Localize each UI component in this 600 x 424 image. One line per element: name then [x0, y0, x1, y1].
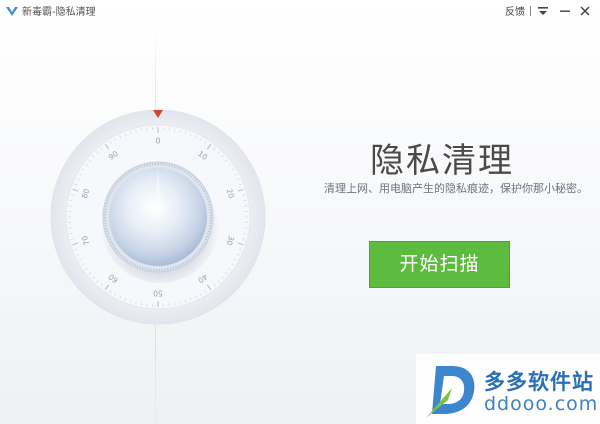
- knob-icon: [102, 161, 214, 273]
- watermark: 多多软件站 ddooo.com: [416, 354, 600, 424]
- close-icon[interactable]: [578, 4, 592, 18]
- feedback-link[interactable]: 反馈: [505, 3, 525, 18]
- minimize-icon[interactable]: [558, 4, 572, 18]
- start-scan-button[interactable]: 开始扫描: [369, 241, 510, 288]
- menu-icon[interactable]: [536, 4, 550, 18]
- page-subtitle: 清理上网、用电脑产生的隐私痕迹，保护你那小秘密。: [324, 182, 588, 195]
- privacy-dial: 0102030405060708090: [50, 109, 266, 325]
- dial-tick-label: 0: [156, 137, 161, 146]
- duba-logo-icon: [6, 7, 18, 16]
- titlebar-separator: [530, 6, 531, 16]
- page-headline: 隐私清理: [370, 141, 514, 181]
- watermark-en-text: ddooo.com: [484, 393, 599, 415]
- watermark-logo-icon: [426, 366, 475, 418]
- title-bar: 新毒霸-隐私清理 反馈: [0, 0, 600, 22]
- main-window: 新毒霸-隐私清理 反馈 0 10 20 30 40 50 60 70 80 90…: [0, 0, 600, 424]
- dial-tick-label: 50: [153, 289, 163, 298]
- window-title: 新毒霸-隐私清理: [22, 7, 96, 18]
- watermark-cn-text: 多多软件站: [484, 370, 594, 394]
